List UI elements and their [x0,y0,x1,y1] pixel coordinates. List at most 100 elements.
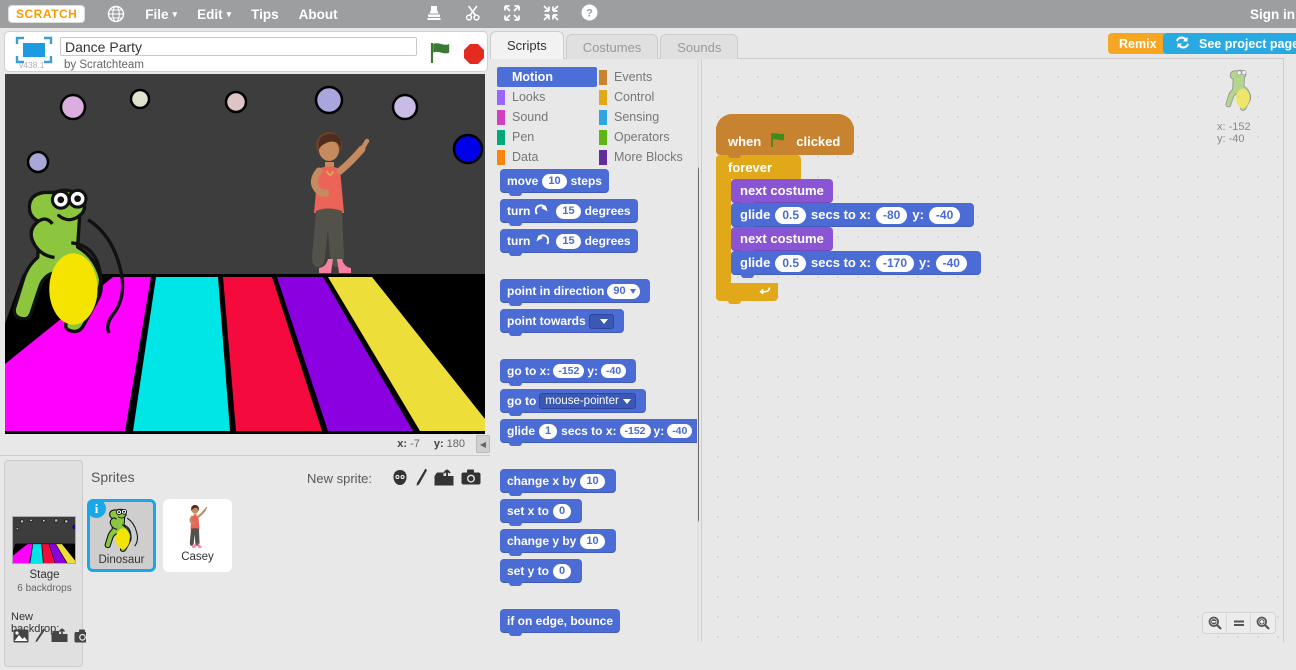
category-looks[interactable]: Looks [497,87,597,107]
see-project-page-button[interactable]: See project page [1163,33,1296,54]
block-turn-counterclockwise[interactable]: turn 15 degrees [500,229,638,256]
grow-icon[interactable] [503,4,521,25]
block-input-degrees[interactable]: 15 [556,233,581,249]
block-dropdown-direction[interactable]: 90 [607,283,640,299]
block-input-dy[interactable]: 10 [580,533,605,549]
menu-tips[interactable]: Tips [251,7,279,22]
block-point-towards[interactable]: point towards [500,309,624,336]
block-input-dx[interactable]: 10 [580,473,605,489]
category-sound[interactable]: Sound [497,107,597,127]
sprite-card-casey[interactable]: Casey [163,499,232,572]
block-forever[interactable]: forever next costume glide 0.5 secs to x… [716,155,981,304]
palette-scrollbar[interactable] [697,59,699,642]
block-input-x[interactable]: -80 [876,206,908,224]
block-next-costume[interactable]: next costume [731,227,833,254]
sprite-y-value: -40 [1228,133,1245,145]
stage-selector-panel[interactable]: Stage 6 backdrops New backdrop: [4,460,91,667]
stamp-icon[interactable] [425,4,443,25]
green-flag-icon[interactable] [429,42,453,67]
new-backdrop-icons [13,628,91,646]
category-more-blocks[interactable]: More Blocks [599,147,699,167]
paint-backdrop-icon[interactable] [35,628,45,646]
block-input-x[interactable]: -152 [619,424,651,438]
category-data[interactable]: Data [497,147,597,167]
block-set-y-to[interactable]: set y to 0 [500,559,583,586]
paint-sprite-icon[interactable] [416,468,427,489]
block-go-to-xy[interactable]: go to x: -152 y: -40 [500,359,637,386]
forever-header[interactable]: forever [716,155,801,179]
block-input-y[interactable]: -40 [667,424,693,438]
help-icon[interactable]: ? [581,4,598,24]
zoom-in-icon[interactable] [1251,613,1275,633]
category-pen[interactable]: Pen [497,127,597,147]
tab-costumes[interactable]: Costumes [565,34,659,59]
block-when-flag-clicked[interactable]: when clicked [716,114,855,158]
category-sensing[interactable]: Sensing [599,107,699,127]
block-input-secs[interactable]: 1 [539,423,558,439]
zoom-reset-icon[interactable] [1227,613,1251,633]
category-operators[interactable]: Operators [599,127,699,147]
tab-sounds[interactable]: Sounds [660,34,739,59]
category-motion[interactable]: Motion [497,67,597,87]
block-input-steps[interactable]: 10 [542,173,567,189]
stop-sign-icon[interactable] [463,43,485,65]
project-title-input[interactable] [60,37,417,56]
sprite-card-dinosaur[interactable]: i Dinosaur [87,499,156,572]
remix-button[interactable]: Remix [1108,33,1168,54]
sign-in-button[interactable]: Sign in [1250,0,1296,28]
upload-sprite-icon[interactable] [434,468,454,489]
right-scroll-edge[interactable] [1283,58,1296,642]
block-dropdown-target[interactable] [588,313,614,329]
block-change-y-by[interactable]: change y by 10 [500,529,616,556]
block-change-x-by[interactable]: change x by 10 [500,469,616,496]
block-go-to-target[interactable]: go to mouse-pointer [500,389,646,416]
category-label: Sound [512,110,549,124]
zoom-out-icon[interactable] [1203,613,1227,633]
stage-x-value: -7 [410,438,420,450]
block-glide-to-xy[interactable]: glide 0.5 secs to x: -80 y: -40 [731,203,975,230]
zoom-controls [1202,612,1276,634]
category-control[interactable]: Control [599,87,699,107]
new-sprite-icons [391,468,481,489]
block-input-degrees[interactable]: 15 [556,203,581,219]
menu-file[interactable]: File ▾ [145,7,177,22]
sprite-library-icon[interactable] [391,469,409,489]
block-input-x[interactable]: -170 [876,254,915,272]
backdrop-library-icon[interactable] [13,629,29,646]
scissors-icon[interactable] [464,4,482,25]
block-if-on-edge-bounce[interactable]: if on edge, bounce [500,609,621,636]
camera-sprite-icon[interactable] [461,469,481,488]
block-turn-clockwise[interactable]: turn 15 degrees [500,199,638,226]
block-glide-secs-to-xy[interactable]: glide 1 secs to x: -152 y: -40 [500,419,699,446]
block-next-costume[interactable]: next costume [731,179,833,206]
category-events[interactable]: Events [599,67,699,87]
menu-about[interactable]: About [299,7,338,22]
block-point-in-direction[interactable]: point in direction 90 [500,279,650,306]
block-dropdown-goto-target[interactable]: mouse-pointer [539,393,636,409]
palette-scrollbar-thumb[interactable] [698,166,699,523]
stage[interactable] [5,74,485,434]
turn-clockwise-icon [535,203,549,220]
menu-edit[interactable]: Edit ▾ [197,7,231,22]
block-glide-to-xy[interactable]: glide 0.5 secs to x: -170 y: -40 [731,251,981,278]
block-set-x-to[interactable]: set x to 0 [500,499,583,526]
tab-scripts[interactable]: Scripts [490,31,564,59]
block-input-y[interactable]: -40 [601,364,627,378]
editor-tabs: Scripts Costumes Sounds [490,31,740,59]
scratch-logo[interactable]: SCRATCH [8,5,86,23]
block-input-secs[interactable]: 0.5 [775,206,807,224]
block-input-x[interactable]: 0 [553,503,572,519]
script-stack[interactable]: when clicked forever next costume glide … [716,114,981,304]
block-move-steps[interactable]: move 10 steps [500,169,609,196]
upload-backdrop-icon[interactable] [51,628,68,646]
block-input-secs[interactable]: 0.5 [775,254,807,272]
block-input-y[interactable]: -40 [928,206,961,224]
stage-backdrop-count: 6 backdrops [17,583,72,594]
shrink-icon[interactable] [542,4,560,25]
block-input-x[interactable]: -152 [553,364,585,378]
block-input-y[interactable]: -40 [935,254,967,272]
collapse-arrow-icon[interactable]: ◀ [476,435,490,453]
block-input-y[interactable]: 0 [553,563,572,579]
globe-icon[interactable] [107,5,125,23]
script-canvas[interactable]: x: -152 y: -40 when clicked forever next… [701,59,1286,642]
